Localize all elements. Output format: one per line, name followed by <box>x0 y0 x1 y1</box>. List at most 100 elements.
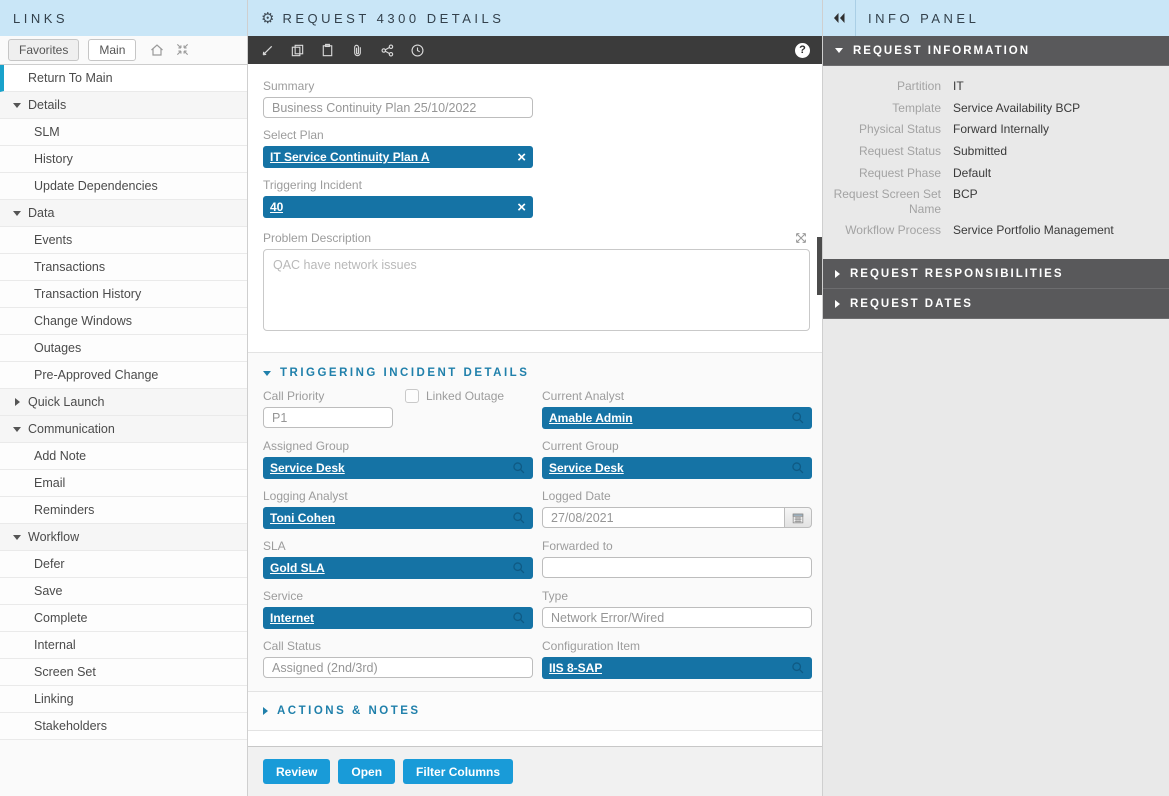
request-dates-bar[interactable]: REQUEST DATES <box>823 289 1169 319</box>
configuration-item-label: Configuration Item <box>542 639 812 653</box>
triggering-incident-value: 40 <box>270 200 283 214</box>
sidebar-item-defer[interactable]: Defer <box>0 551 247 578</box>
sidebar-item-add-note[interactable]: Add Note <box>0 443 247 470</box>
sidebar-item-email[interactable]: Email <box>0 470 247 497</box>
call-priority-input[interactable] <box>263 407 393 428</box>
collapse-panel-icon[interactable] <box>823 12 855 24</box>
logging-analyst-lookup[interactable]: Toni Cohen <box>263 507 533 529</box>
summary-input[interactable] <box>263 97 533 118</box>
clipboard-icon[interactable] <box>320 43 335 58</box>
sidebar-item-complete[interactable]: Complete <box>0 605 247 632</box>
info-panel: INFO PANEL REQUEST INFORMATION Partition… <box>823 0 1169 796</box>
sidebar-item-transactions[interactable]: Transactions <box>0 254 247 281</box>
search-icon[interactable] <box>512 611 526 625</box>
sidebar-group-quick-launch[interactable]: Quick Launch <box>0 389 247 416</box>
open-button[interactable]: Open <box>338 759 395 784</box>
search-icon[interactable] <box>791 661 805 675</box>
request-details-title: REQUEST 4300 DETAILS <box>282 11 504 26</box>
clock-icon[interactable] <box>410 43 425 58</box>
sidebar-group-communication[interactable]: Communication <box>0 416 247 443</box>
footer-button-bar: Review Open Filter Columns <box>248 746 822 796</box>
call-priority-label: Call Priority <box>263 389 393 403</box>
sidebar-item-outages[interactable]: Outages <box>0 335 247 362</box>
calendar-button[interactable] <box>785 507 812 528</box>
forwarded-to-input[interactable] <box>542 557 812 578</box>
current-group-value: Service Desk <box>549 461 624 475</box>
sidebar-item-history[interactable]: History <box>0 146 247 173</box>
clear-icon[interactable]: × <box>517 150 526 165</box>
search-icon[interactable] <box>512 461 526 475</box>
request-responsibilities-bar[interactable]: REQUEST RESPONSIBILITIES <box>823 259 1169 289</box>
help-icon[interactable]: ? <box>795 43 810 58</box>
problem-description-label: Problem Description <box>263 231 371 245</box>
linked-outage-checkbox[interactable]: Linked Outage <box>405 389 504 403</box>
triggering-incident-details-header[interactable]: TRIGGERING INCIDENT DETAILS <box>248 353 822 389</box>
tab-main[interactable]: Main <box>88 39 136 61</box>
logging-analyst-value: Toni Cohen <box>270 511 335 525</box>
current-group-lookup[interactable]: Service Desk <box>542 457 812 479</box>
search-icon[interactable] <box>791 411 805 425</box>
sidebar-item-update-dependencies[interactable]: Update Dependencies <box>0 173 247 200</box>
search-icon[interactable] <box>512 511 526 525</box>
sidebar-item-change-windows[interactable]: Change Windows <box>0 308 247 335</box>
attachment-icon[interactable] <box>350 43 365 58</box>
sidebar-item-transaction-history[interactable]: Transaction History <box>0 281 247 308</box>
sidebar-item-events[interactable]: Events <box>0 227 247 254</box>
filter-columns-button[interactable]: Filter Columns <box>403 759 513 784</box>
app-root: LINKS Favorites Main Return To Main Deta… <box>0 0 1169 796</box>
forwarded-to-label: Forwarded to <box>542 539 812 553</box>
search-icon[interactable] <box>791 461 805 475</box>
current-analyst-label: Current Analyst <box>542 389 812 403</box>
header-divider <box>855 0 856 36</box>
chevron-right-icon <box>835 300 840 308</box>
share-icon[interactable] <box>380 43 395 58</box>
sidebar-item-stakeholders[interactable]: Stakeholders <box>0 713 247 740</box>
copy-icon[interactable] <box>290 43 305 58</box>
pin-icon[interactable] <box>260 43 275 58</box>
call-status-input[interactable] <box>263 657 533 678</box>
sidebar-item-slm[interactable]: SLM <box>0 119 247 146</box>
sidebar-group-workflow[interactable]: Workflow <box>0 524 247 551</box>
assigned-group-lookup[interactable]: Service Desk <box>263 457 533 479</box>
configuration-item-lookup[interactable]: IIS 8-SAP <box>542 657 812 679</box>
sidebar-item-return-to-main[interactable]: Return To Main <box>0 65 247 92</box>
review-button[interactable]: Review <box>263 759 330 784</box>
info-panel-empty-area <box>823 319 1169 796</box>
links-header: LINKS <box>0 0 247 36</box>
sidebar-item-reminders[interactable]: Reminders <box>0 497 247 524</box>
home-icon[interactable] <box>149 42 165 58</box>
sidebar-group-data[interactable]: Data <box>0 200 247 227</box>
sla-value: Gold SLA <box>270 561 325 575</box>
service-lookup[interactable]: Internet <box>263 607 533 629</box>
actions-notes-header[interactable]: ACTIONS & NOTES <box>248 692 822 730</box>
call-status-label: Call Status <box>263 639 533 653</box>
summary-label: Summary <box>263 79 810 93</box>
sidebar-group-details[interactable]: Details <box>0 92 247 119</box>
chevron-right-icon <box>263 707 268 715</box>
checkbox-icon[interactable] <box>405 389 419 403</box>
sidebar-item-screen-set[interactable]: Screen Set <box>0 659 247 686</box>
triggering-incident-lookup[interactable]: 40 × <box>263 196 533 218</box>
info-row: Physical StatusForward Internally <box>823 122 1169 137</box>
info-row: TemplateService Availability BCP <box>823 101 1169 116</box>
scrollbar-thumb[interactable] <box>817 237 822 295</box>
request-form: Summary Select Plan IT Service Continuit… <box>248 64 822 796</box>
type-input[interactable] <box>542 607 812 628</box>
select-plan-lookup[interactable]: IT Service Continuity Plan A × <box>263 146 533 168</box>
clear-icon[interactable]: × <box>517 200 526 215</box>
sidebar-item-internal[interactable]: Internal <box>0 632 247 659</box>
sidebar-item-linking[interactable]: Linking <box>0 686 247 713</box>
problem-description-textarea[interactable]: QAC have network issues <box>263 249 810 331</box>
assigned-group-value: Service Desk <box>270 461 345 475</box>
links-sidebar: LINKS Favorites Main Return To Main Deta… <box>0 0 247 796</box>
sidebar-item-save[interactable]: Save <box>0 578 247 605</box>
sidebar-item-pre-approved-change[interactable]: Pre-Approved Change <box>0 362 247 389</box>
tab-favorites[interactable]: Favorites <box>8 39 79 61</box>
collapse-all-icon[interactable] <box>175 42 190 58</box>
request-information-bar[interactable]: REQUEST INFORMATION <box>823 36 1169 66</box>
expand-icon[interactable] <box>794 231 808 245</box>
sla-lookup[interactable]: Gold SLA <box>263 557 533 579</box>
search-icon[interactable] <box>512 561 526 575</box>
logged-date-input[interactable] <box>542 507 785 528</box>
current-analyst-lookup[interactable]: Amable Admin <box>542 407 812 429</box>
